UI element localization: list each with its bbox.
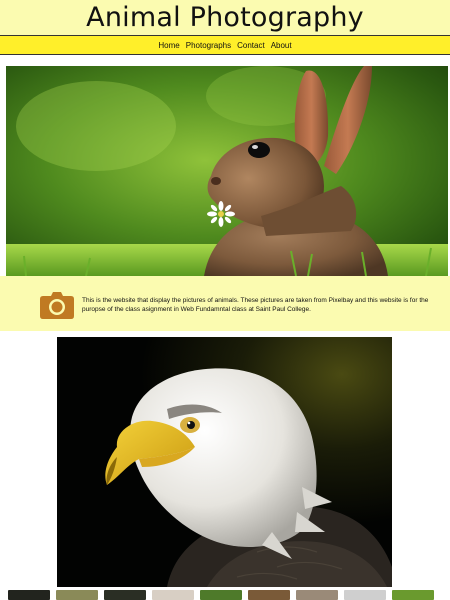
rabbit-photo [6,66,448,276]
thumbnail-1[interactable] [8,590,50,600]
thumbnail-3[interactable] [104,590,146,600]
page-title: Animal Photography [86,2,364,33]
nav-contact-link[interactable]: Contact [237,41,265,50]
nav-home-link[interactable]: Home [158,41,179,50]
thumbnail-strip [8,590,442,600]
nav-photographs-link[interactable]: Photographs [186,41,231,50]
thumbnail-2[interactable] [56,590,98,600]
bald-eagle-photo [57,337,392,587]
featured-eagle-image [57,337,392,587]
info-section: This is the website that display the pic… [0,276,450,331]
thumbnail-7[interactable] [296,590,338,600]
thumbnail-9[interactable] [392,590,434,600]
site-description: This is the website that display the pic… [82,296,429,313]
thumbnail-4[interactable] [152,590,194,600]
thumbnail-6[interactable] [248,590,290,600]
camera-icon [39,288,75,320]
thumbnail-5[interactable] [200,590,242,600]
hero-rabbit-image [6,66,448,276]
nav-about-link[interactable]: About [271,41,292,50]
site-header: Animal Photography [0,0,450,35]
main-nav: Home Photographs Contact About [0,35,450,55]
thumbnail-8[interactable] [344,590,386,600]
